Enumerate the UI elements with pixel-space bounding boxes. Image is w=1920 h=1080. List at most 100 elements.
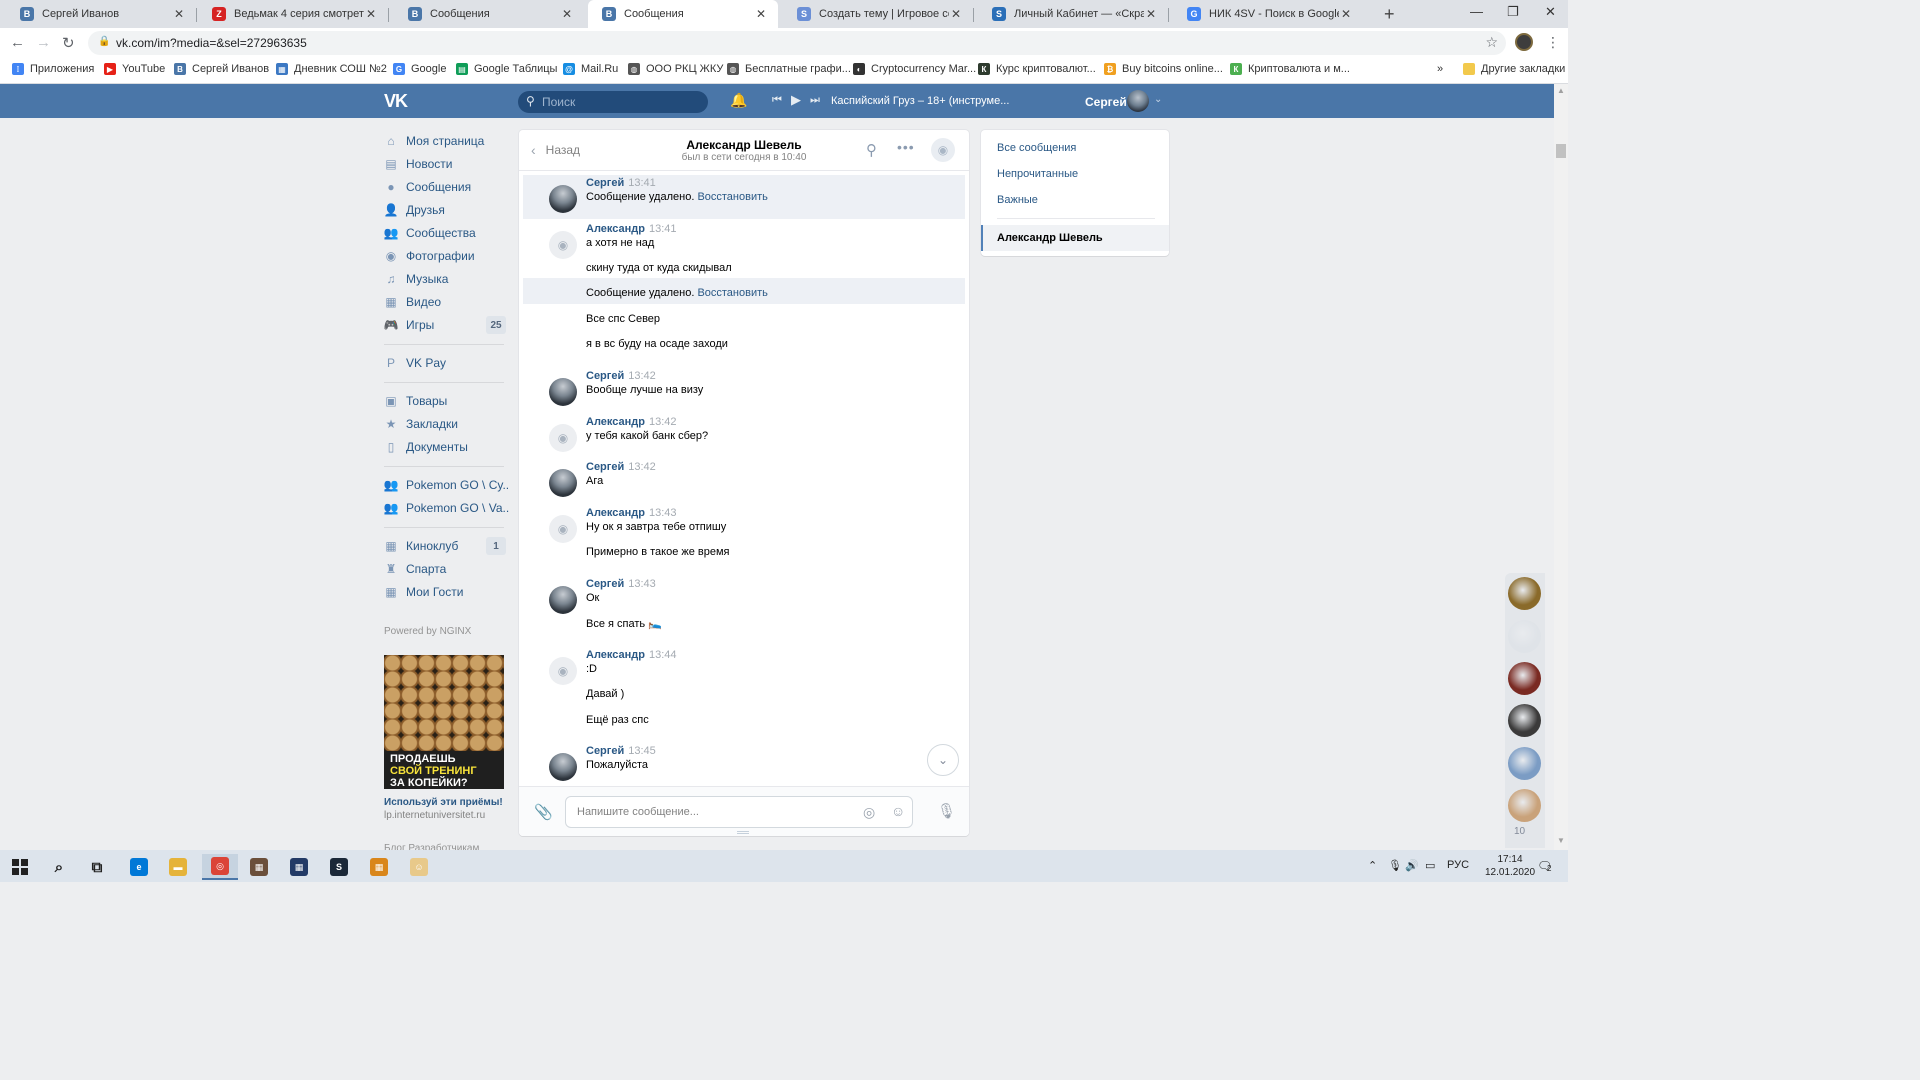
header-user-avatar[interactable]	[1127, 90, 1149, 112]
restore-link[interactable]: Восстановить	[697, 191, 767, 203]
left-menu-item[interactable]: ▯ Документы	[384, 436, 468, 458]
scroll-down-button[interactable]: ⌄	[927, 744, 959, 776]
ad-title[interactable]: Используй эти приёмы!	[384, 797, 503, 808]
microphone-icon[interactable]: 🎙	[937, 802, 956, 820]
filter-all-messages[interactable]: Все сообщения	[997, 142, 1076, 154]
bookmark-item[interactable]: ▦ Дневник СОШ №2	[276, 63, 387, 75]
footer-links[interactable]: Блог Разработчикам	[384, 843, 479, 850]
left-menu-item[interactable]: ♜ Спарта	[384, 558, 447, 580]
prev-track-icon[interactable]: ⏮	[772, 94, 782, 107]
system-clock[interactable]: 17:14 12.01.2020	[1485, 853, 1535, 879]
new-tab-icon[interactable]: +	[1384, 4, 1395, 25]
message-author[interactable]: Александр 13:41	[586, 223, 677, 235]
taskbar-app-brown-button[interactable]: ▦	[241, 854, 277, 880]
message-author[interactable]: Сергей 13:41	[586, 177, 656, 189]
forward-arrow-icon[interactable]: →	[36, 34, 51, 51]
message-time[interactable]: 13:42	[649, 416, 677, 428]
chat-bubble-avatar[interactable]	[1508, 662, 1541, 695]
message-time[interactable]: 13:42	[628, 370, 656, 382]
left-menu-item[interactable]: ★ Закладки	[384, 413, 458, 435]
header-user-name[interactable]: Сергей	[1085, 95, 1127, 109]
back-arrow-icon[interactable]: ←	[10, 34, 25, 51]
close-tab-icon[interactable]: ✕	[364, 7, 378, 21]
taskbar-app-avatar-button[interactable]: ☺	[401, 854, 437, 880]
maximize-icon[interactable]: ❐	[1507, 4, 1519, 20]
scrollbar-thumb[interactable]	[1556, 144, 1566, 158]
emoji-icon[interactable]: ☺	[891, 803, 905, 819]
message-input[interactable]: Напишите сообщение... ◎ ☺	[565, 796, 913, 828]
message-author[interactable]: Сергей 13:43	[586, 578, 656, 590]
show-hidden-icons-icon[interactable]: ⌃	[1368, 859, 1377, 872]
filter-important[interactable]: Важные	[997, 194, 1038, 206]
taskbar-chrome-button[interactable]: ◎	[202, 854, 238, 880]
bookmark-item[interactable]: В Сергей Иванов	[174, 63, 269, 75]
chat-bubble-avatar[interactable]	[1508, 620, 1541, 653]
close-tab-icon[interactable]: ✕	[949, 7, 963, 21]
left-menu-item[interactable]: ▦ Мои Гости	[384, 581, 463, 603]
sender-avatar[interactable]	[549, 586, 577, 614]
microphone-tray-icon[interactable]: 🎙	[1388, 859, 1402, 872]
close-tab-icon[interactable]: ✕	[1144, 7, 1158, 21]
taskbar-search-button[interactable]: ⌕	[41, 854, 77, 880]
bookmark-item[interactable]: ◍ Бесплатные графи...	[727, 63, 851, 75]
bookmark-item[interactable]: ◐ Cryptocurrency Mar...	[853, 63, 976, 75]
bookmark-item[interactable]: G Google	[393, 63, 446, 75]
left-menu-badge[interactable]: 25	[486, 316, 506, 334]
left-menu-badge[interactable]: 1	[486, 537, 506, 555]
profile-avatar[interactable]	[1515, 33, 1533, 51]
taskbar-steam-button[interactable]: S	[321, 854, 357, 880]
camera-icon[interactable]: ◉	[931, 138, 955, 162]
message-author[interactable]: Сергей 13:42	[586, 461, 656, 473]
bookmark-star-icon[interactable]: ☆	[1485, 34, 1498, 51]
bookmark-item[interactable]: К Криптовалюта и м...	[1230, 63, 1350, 75]
message-author[interactable]: Александр 13:43	[586, 507, 677, 519]
minimize-icon[interactable]: —	[1470, 4, 1483, 19]
bookmark-item[interactable]: ▤ Google Таблицы	[456, 63, 557, 75]
left-menu-item[interactable]: 🎮 Игры	[384, 314, 435, 336]
left-menu-item[interactable]: ♫ Музыка	[384, 268, 449, 290]
start-windows-icon[interactable]	[2, 854, 38, 880]
left-menu-item[interactable]: ⌂ Моя страница	[384, 130, 484, 152]
message-time[interactable]: 13:42	[628, 461, 656, 473]
browser-tab[interactable]: Z Ведьмак 4 серия смотреть онла✕	[198, 0, 388, 28]
chat-bubble-avatar[interactable]	[1508, 704, 1541, 737]
close-window-icon[interactable]: ✕	[1545, 4, 1556, 20]
next-track-icon[interactable]: ⏭	[810, 94, 820, 107]
vk-search-input[interactable]: ⚲ Поиск	[518, 91, 708, 113]
bookmark-item[interactable]: ⁞ Приложения	[12, 63, 94, 75]
bookmark-item[interactable]: ₿ Buy bitcoins online...	[1104, 63, 1223, 75]
message-author[interactable]: Александр 13:44	[586, 649, 677, 661]
restore-link[interactable]: Восстановить	[697, 287, 767, 299]
close-tab-icon[interactable]: ✕	[560, 7, 574, 21]
bookmarks-overflow[interactable]: »	[1437, 63, 1443, 75]
left-menu-item[interactable]: 👥 Сообщества	[384, 222, 476, 244]
sender-avatar[interactable]	[549, 378, 577, 406]
taskbar-explorer-button[interactable]: ▬	[160, 854, 196, 880]
close-tab-icon[interactable]: ✕	[754, 7, 768, 21]
left-menu-item[interactable]: ▣ Товары	[384, 390, 447, 412]
taskbar-edge-button[interactable]: e	[121, 854, 157, 880]
address-bar[interactable]: 🔒 vk.com/im?media=&sel=272963635 ☆	[88, 31, 1506, 55]
selected-conversation[interactable]: Александр Шевель	[981, 225, 1169, 251]
scroll-down-arrow-icon[interactable]: ▼	[1557, 836, 1565, 845]
message-time[interactable]: 13:45	[628, 745, 656, 757]
scroll-up-arrow-icon[interactable]: ▲	[1557, 86, 1565, 95]
chat-bubble-avatar[interactable]	[1508, 747, 1541, 780]
left-menu-item[interactable]: P VK Pay	[384, 352, 446, 374]
bookmark-item[interactable]: @ Mail.Ru	[563, 63, 618, 75]
peer-avatar-camera-icon[interactable]: ◉	[549, 657, 577, 685]
left-menu-item[interactable]: ▦ Видео	[384, 291, 441, 313]
left-menu-item[interactable]: ▦ Киноклуб	[384, 535, 458, 557]
resize-grip[interactable]	[737, 831, 749, 834]
taskbar-task-view-button[interactable]: ⧉	[79, 854, 115, 880]
camera-icon[interactable]: ◎	[863, 804, 875, 821]
chrome-menu-icon[interactable]: ⋮	[1546, 34, 1560, 51]
search-icon[interactable]: ⚲	[866, 141, 877, 159]
attach-paperclip-icon[interactable]: 📎	[534, 803, 553, 821]
current-track[interactable]: Каспийский Груз – 18+ (инструме...	[831, 95, 1009, 107]
network-icon[interactable]: ▭	[1425, 859, 1435, 872]
message-author[interactable]: Сергей 13:42	[586, 370, 656, 382]
browser-tab[interactable]: В Сообщения ✕	[394, 0, 584, 28]
bookmark-item[interactable]: ▶ YouTube	[104, 63, 165, 75]
message-time[interactable]: 13:43	[649, 507, 677, 519]
